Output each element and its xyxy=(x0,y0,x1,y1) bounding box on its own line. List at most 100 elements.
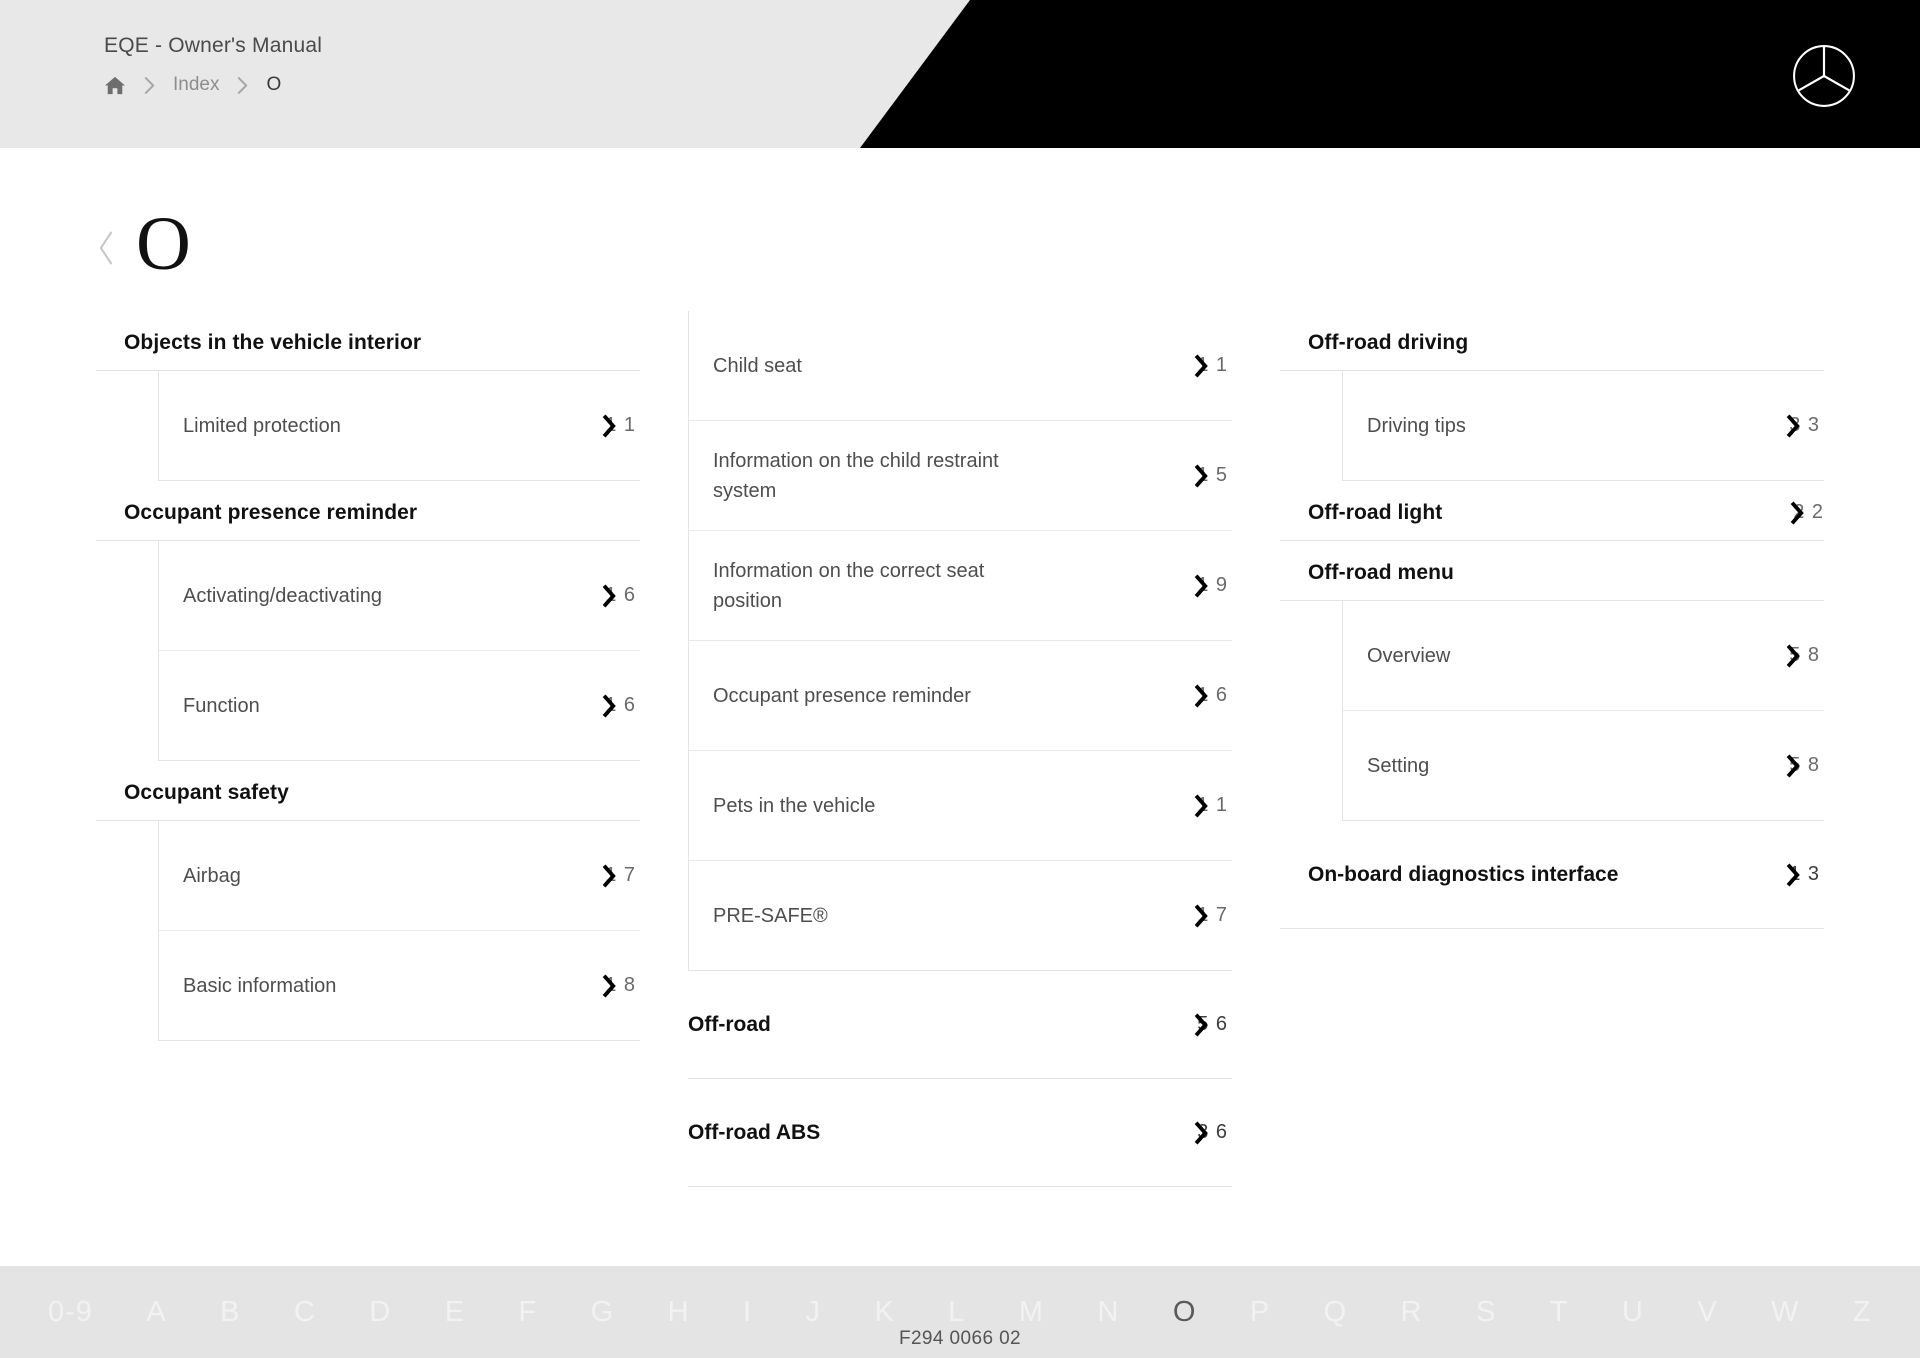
page-reference[interactable]: 2 2 xyxy=(1770,500,1824,525)
alpha-item-t[interactable]: T xyxy=(1550,1295,1569,1329)
chevron-right-icon xyxy=(1194,573,1208,598)
alpha-item-o[interactable]: O xyxy=(1173,1295,1197,1329)
page-reference[interactable]: 1 6 xyxy=(582,693,636,718)
group-children: Overview 5 8 Setting 5 8 xyxy=(1280,601,1824,821)
chevron-right-icon xyxy=(1194,683,1208,708)
alpha-item-c[interactable]: C xyxy=(294,1295,316,1329)
page-reference[interactable]: 5 6 xyxy=(1174,1012,1228,1037)
chevron-right-icon xyxy=(602,863,616,888)
alpha-item-r[interactable]: R xyxy=(1401,1295,1423,1329)
alpha-item-i[interactable]: I xyxy=(743,1295,752,1329)
chevron-right-icon xyxy=(602,583,616,608)
alpha-item-d[interactable]: D xyxy=(369,1295,391,1329)
home-icon[interactable] xyxy=(104,75,126,95)
page-reference[interactable]: 1 9 xyxy=(1174,573,1228,598)
index-entry[interactable]: Occupant presence reminder 1 6 xyxy=(688,641,1232,751)
chevron-right-icon xyxy=(1786,753,1800,778)
entry-label: Overview xyxy=(1367,644,1451,667)
header-title-block: EQE - Owner's Manual Index O xyxy=(104,34,322,96)
page-reference[interactable]: 1 5 xyxy=(1174,463,1228,488)
index-group: Off-road menu Overview 5 8 Setting 5 8 xyxy=(1280,541,1824,821)
chevron-right-icon xyxy=(602,413,616,438)
alpha-item-j[interactable]: J xyxy=(806,1295,822,1329)
index-entry[interactable]: Information on the child restraint syste… xyxy=(688,421,1232,531)
app-header: EQE - Owner's Manual Index O xyxy=(0,0,1920,148)
index-group: Off-road driving Driving tips 3 3 xyxy=(1280,311,1824,481)
page-reference[interactable]: 3 6 xyxy=(1174,1120,1228,1145)
chevron-right-icon xyxy=(1194,353,1208,378)
page-reference[interactable]: 1 3 xyxy=(1766,862,1820,887)
index-entry[interactable]: Off-road ABS 3 6 xyxy=(688,1079,1232,1187)
alpha-item-g[interactable]: G xyxy=(591,1295,615,1329)
index-entry[interactable]: Information on the correct seat position… xyxy=(688,531,1232,641)
page-reference[interactable]: 5 8 xyxy=(1766,643,1820,668)
index-entry[interactable]: Pets in the vehicle 1 1 xyxy=(688,751,1232,861)
chevron-right-icon xyxy=(1790,500,1804,525)
breadcrumb-item-index[interactable]: Index xyxy=(173,74,219,96)
chevron-right-icon xyxy=(602,693,616,718)
entry-label: On-board diagnostics interface xyxy=(1308,862,1619,886)
alpha-item-0-9[interactable]: 0-9 xyxy=(48,1295,93,1329)
index-entry[interactable]: Limited protection 1 1 xyxy=(158,371,640,481)
alpha-item-f[interactable]: F xyxy=(518,1295,537,1329)
alpha-item-n[interactable]: N xyxy=(1097,1295,1119,1329)
page-title: O xyxy=(136,202,191,286)
entry-label: Driving tips xyxy=(1367,414,1466,437)
entry-label: Information on the correct seat position xyxy=(713,559,985,612)
page-reference[interactable]: 1 6 xyxy=(1174,683,1228,708)
alpha-item-m[interactable]: M xyxy=(1019,1295,1044,1329)
alpha-item-a[interactable]: A xyxy=(146,1295,166,1329)
group-header: Off-road driving xyxy=(1280,311,1824,371)
page-reference[interactable]: 1 1 xyxy=(1174,353,1228,378)
chevron-right-icon xyxy=(1194,903,1208,928)
chevron-right-icon xyxy=(238,76,248,94)
page-reference[interactable]: 1 7 xyxy=(582,863,636,888)
alpha-item-k[interactable]: K xyxy=(874,1295,894,1329)
alpha-item-e[interactable]: E xyxy=(445,1295,465,1329)
entry-label: Airbag xyxy=(183,864,241,887)
alpha-item-s[interactable]: S xyxy=(1476,1295,1496,1329)
index-entry[interactable]: On-board diagnostics interface 1 3 xyxy=(1280,821,1824,929)
alpha-item-w[interactable]: W xyxy=(1771,1295,1799,1329)
page-reference[interactable]: 3 3 xyxy=(1766,413,1820,438)
index-entry[interactable]: Off-road 5 6 xyxy=(688,971,1232,1079)
page-title-row: O xyxy=(96,203,1920,293)
group-title: Occupant safety xyxy=(124,781,289,804)
alpha-item-b[interactable]: B xyxy=(220,1295,240,1329)
alpha-item-q[interactable]: Q xyxy=(1324,1295,1348,1329)
alpha-item-u[interactable]: U xyxy=(1622,1295,1644,1329)
entry-label: Setting xyxy=(1367,754,1430,777)
group-title: Off-road menu xyxy=(1308,561,1454,584)
index-entry[interactable]: Overview 5 8 xyxy=(1342,601,1824,711)
index-group: Objects in the vehicle interior Limited … xyxy=(96,311,640,481)
breadcrumb-item-current: O xyxy=(266,74,282,95)
index-entry[interactable]: Child seat 1 1 xyxy=(688,311,1232,421)
index-entry[interactable]: Function 1 6 xyxy=(158,651,640,761)
alpha-item-z[interactable]: Z xyxy=(1853,1295,1872,1329)
chevron-right-icon xyxy=(1786,643,1800,668)
alpha-item-v[interactable]: V xyxy=(1697,1295,1717,1329)
index-entry[interactable]: Driving tips 3 3 xyxy=(1342,371,1824,481)
index-entry[interactable]: Airbag 1 7 xyxy=(158,821,640,931)
alpha-item-l[interactable]: L xyxy=(948,1295,965,1329)
chevron-right-icon xyxy=(1194,793,1208,818)
chevron-left-icon[interactable] xyxy=(96,230,116,266)
page-reference[interactable]: 1 7 xyxy=(1174,903,1228,928)
index-entry[interactable]: Activating/deactivating 1 6 xyxy=(158,541,640,651)
alpha-item-h[interactable]: H xyxy=(668,1295,690,1329)
group-header[interactable]: Off-road light 2 2 xyxy=(1280,481,1824,541)
group-header: Occupant presence reminder xyxy=(96,481,640,541)
index-column-3: Off-road driving Driving tips 3 3 Off-ro… xyxy=(1280,311,1824,929)
page-reference[interactable]: 5 8 xyxy=(1766,753,1820,778)
index-entry[interactable]: PRE-SAFE® 1 7 xyxy=(688,861,1232,971)
entry-label: Basic information xyxy=(183,974,337,997)
alpha-item-p[interactable]: P xyxy=(1250,1295,1270,1329)
index-entry[interactable]: Setting 5 8 xyxy=(1342,711,1824,821)
page-reference[interactable]: 1 8 xyxy=(582,973,636,998)
mercedes-benz-star-logo xyxy=(1793,45,1855,107)
page-reference[interactable]: 1 6 xyxy=(582,583,636,608)
entry-label: Occupant presence reminder xyxy=(713,684,971,707)
index-entry[interactable]: Basic information 1 8 xyxy=(158,931,640,1041)
page-reference[interactable]: 1 1 xyxy=(582,413,636,438)
page-reference[interactable]: 1 1 xyxy=(1174,793,1228,818)
